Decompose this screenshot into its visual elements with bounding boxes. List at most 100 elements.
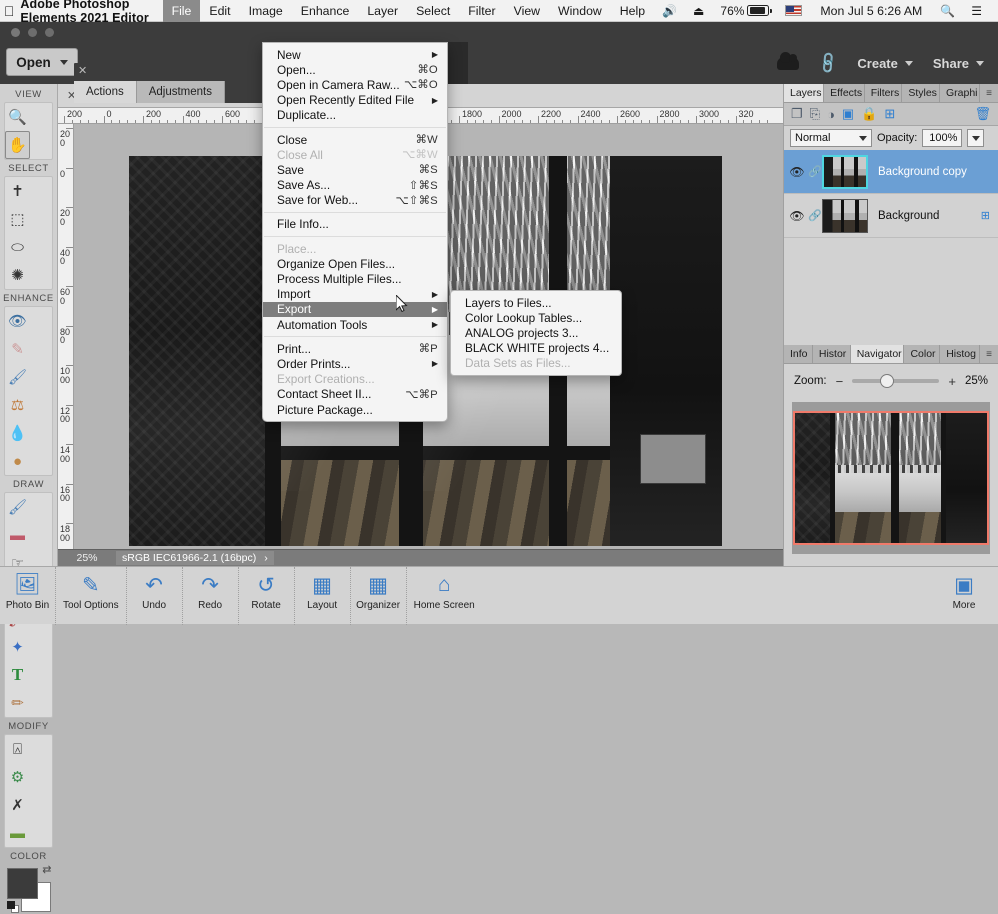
menubar-item-help[interactable]: Help [611,0,654,22]
file-menu-dropdown[interactable]: New▶Open...⌘OOpen in Camera Raw...⌥⌘OOpe… [262,42,448,422]
menu-item-print[interactable]: Print...⌘P [263,341,447,356]
hand-tool[interactable]: ✋ [5,131,30,159]
battery-icon[interactable] [747,5,769,16]
quick-selection-tool[interactable]: ✺ [5,261,30,289]
create-button[interactable]: Create [849,56,920,71]
layer-name[interactable]: Background [868,210,939,222]
menubar-item-enhance[interactable]: Enhance [292,0,359,22]
layer-visibility-icon[interactable]: 👁 [786,165,808,179]
zoom-slider-knob[interactable] [880,374,894,388]
window-close-button[interactable] [11,28,20,37]
type-tool[interactable]: T [5,661,30,689]
tab-actions[interactable]: Actions [74,81,137,103]
chevron-down-icon[interactable] [859,136,867,141]
menubar-item-image[interactable]: Image [240,0,292,22]
red-eye-removal-tool[interactable]: 👁 [5,307,30,335]
link-layers-icon[interactable]: 🔗 [808,165,822,178]
tab-histogram[interactable]: Histog [940,345,980,363]
brush-tool[interactable]: 🖌 [5,493,30,521]
menubar-item-view[interactable]: View [505,0,549,22]
open-button[interactable]: Open [6,48,78,76]
menu-item-automation-tools[interactable]: Automation Tools▶ [263,317,447,332]
default-colors-icon[interactable] [7,901,20,914]
layer-mask-icon[interactable]: ▣ [842,106,854,122]
navigator-thumbnail-area[interactable] [792,402,990,554]
blur-tool[interactable]: 💧 [5,419,30,447]
tab-history[interactable]: Histor [813,345,851,363]
navigator-thumbnail[interactable] [793,411,989,545]
window-maximize-button[interactable] [45,28,54,37]
search-icon[interactable]: 🔍 [932,4,963,18]
tab-info[interactable]: Info [784,345,813,363]
adjustment-layer-icon[interactable]: ◑ [827,107,835,122]
menu-item-save-as[interactable]: Save As...⇧⌘S [263,178,447,193]
chevron-down-icon[interactable] [905,61,913,66]
chevron-down-icon[interactable] [976,61,984,66]
minus-icon[interactable]: − [836,374,844,389]
menubar-item-select[interactable]: Select [407,0,459,22]
smart-brush-tool[interactable]: 🖌 [5,363,30,391]
window-minimize-button[interactable] [28,28,37,37]
menubar-clock[interactable]: Mon Jul 5 6:26 AM [810,4,932,18]
panel-menu-icon[interactable]: ≡ [980,345,998,363]
lasso-tool[interactable]: ⬭ [5,233,30,261]
menu-item-open-in-camera-raw[interactable]: Open in Camera Raw...⌥⌘O [263,77,447,92]
color-swatches[interactable]: ⇄ [7,868,51,912]
tab-effects[interactable]: Effects [824,84,865,102]
export-menu-item-analog-projects-3[interactable]: ANALOG projects 3... [451,325,621,340]
clone-stamp-tool[interactable]: ⚖ [5,391,30,419]
layer-thumbnail[interactable] [822,155,868,189]
menu-item-close[interactable]: Close⌘W [263,132,447,147]
menu-item-open-recently-edited-file[interactable]: Open Recently Edited File▶ [263,93,447,108]
menubar-item-filter[interactable]: Filter [459,0,504,22]
export-menu-item-color-lookup-tables[interactable]: Color Lookup Tables... [451,310,621,325]
blend-mode-select[interactable]: Normal [790,129,872,147]
bottom-button-home-screen[interactable]: ⌂Home Screen [407,567,482,625]
menu-item-picture-package[interactable]: Picture Package... [263,402,447,417]
link-layers-icon[interactable]: 🔗 [808,209,822,222]
tab-styles[interactable]: Styles [902,84,940,102]
tab-color[interactable]: Color [904,345,940,363]
menu-item-new[interactable]: New▶ [263,47,447,62]
zoom-slider[interactable] [852,379,939,383]
layer-name[interactable]: Background copy [868,166,967,178]
lock-icon[interactable]: ⊞ [981,209,998,222]
menu-item-import[interactable]: Import▶ [263,287,447,302]
menu-item-organize-open-files[interactable]: Organize Open Files... [263,256,447,271]
menu-item-export[interactable]: Export▶ [263,302,447,317]
menubar-item-file[interactable]: File [163,0,201,22]
delete-layer-icon[interactable]: 🗑 [974,106,991,122]
menu-item-order-prints[interactable]: Order Prints...▶ [263,356,447,371]
menu-item-open[interactable]: Open...⌘O [263,62,447,77]
tab-graphics[interactable]: Graphi [940,84,980,102]
straighten-tool[interactable]: ▬ [5,819,30,847]
pencil-tool[interactable]: ✏ [5,689,30,717]
duplicate-layer-icon[interactable]: ⎘ [810,106,820,122]
plus-icon[interactable]: + [948,374,956,389]
menu-item-save[interactable]: Save⌘S [263,162,447,177]
cloud-icon[interactable] [769,57,807,70]
status-color-profile[interactable]: sRGB IEC61966-2.1 (16bpc) › [116,551,274,565]
volume-icon[interactable]: 🔊 [654,4,685,18]
table-row[interactable]: 👁 🔗 Background copy [784,150,998,194]
lock-icon[interactable]: 🔒 [861,106,877,122]
bottom-button-rotate[interactable]: ↺Rotate [239,567,295,625]
panel-menu-icon[interactable]: ≡ [980,84,998,102]
close-icon[interactable]: ✕ [78,64,87,77]
bottom-button-photo-bin[interactable]: 🖼Photo Bin [0,567,56,625]
status-zoom-level[interactable]: 25% [58,552,116,564]
control-center-icon[interactable]: ☰ [963,4,990,18]
move-tool[interactable]: ✝ [5,177,30,205]
link-layers-icon[interactable]: ⊞ [884,106,895,122]
menu-item-file-info[interactable]: File Info... [263,217,447,232]
recompose-tool[interactable]: ✗ [5,791,30,819]
new-layer-icon[interactable]: ❐ [791,106,803,122]
share-button[interactable]: Share [925,56,992,71]
custom-shape-tool[interactable]: ✦ [5,633,30,661]
menubar-item-edit[interactable]: Edit [200,0,239,22]
bottom-button-redo[interactable]: ↷Redo [183,567,239,625]
tab-adjustments[interactable]: Adjustments [137,81,225,103]
eraser-tool[interactable]: ▬ [5,521,30,549]
rectangular-marquee-tool[interactable]: ⬚ [5,205,30,233]
layer-thumbnail[interactable] [822,199,868,233]
